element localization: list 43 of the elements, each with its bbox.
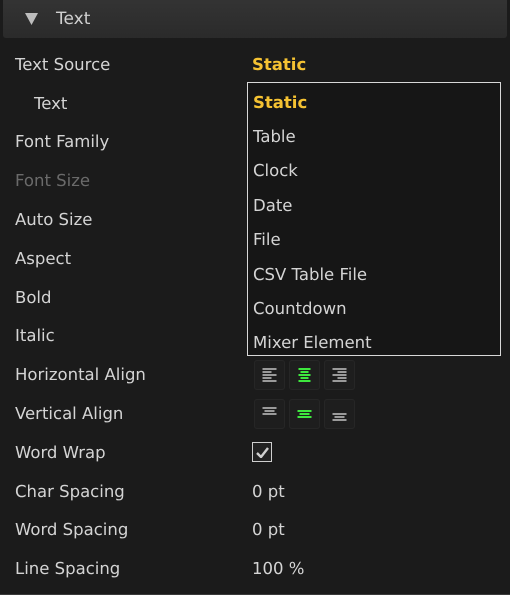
property-label: Char Spacing <box>14 482 126 501</box>
property-label: Auto Size <box>14 210 94 230</box>
property-label: Aspect <box>14 248 72 268</box>
property-label: Text <box>33 94 68 113</box>
collapse-triangle-icon <box>25 13 38 25</box>
checkbox[interactable] <box>252 442 272 462</box>
property-value[interactable]: 0 pt <box>252 520 285 540</box>
align-left-icon <box>262 367 277 382</box>
property-label: Word Wrap <box>14 442 107 462</box>
section-header[interactable]: Text <box>3 0 507 38</box>
dropdown-option[interactable]: Mixer Element <box>248 326 500 360</box>
dropdown-option[interactable]: Table <box>248 119 500 154</box>
align-top-icon <box>262 406 277 415</box>
checkmark-icon <box>256 446 268 458</box>
property-value[interactable]: 100 % <box>252 559 304 578</box>
align-button[interactable] <box>289 360 320 390</box>
property-label: Font Family <box>14 132 110 152</box>
align-button[interactable] <box>289 398 320 429</box>
align-button[interactable] <box>324 398 355 429</box>
property-label: Horizontal Align <box>14 365 147 384</box>
align-button[interactable] <box>254 398 285 429</box>
dropdown-value[interactable]: Static <box>252 54 306 74</box>
align-right-icon <box>332 367 347 382</box>
property-label: Line Spacing <box>14 559 122 578</box>
align-button[interactable] <box>254 360 285 390</box>
property-label: Vertical Align <box>14 404 124 424</box>
align-bottom-icon <box>332 412 347 421</box>
align-middle-icon <box>297 410 312 418</box>
dropdown-option[interactable]: CSV Table File <box>248 256 500 292</box>
align-button[interactable] <box>324 360 355 390</box>
dropdown-option[interactable]: Static <box>248 85 500 120</box>
property-label: Italic <box>14 326 56 346</box>
dropdown-option[interactable]: File <box>248 222 500 257</box>
property-label: Text Source <box>14 54 112 74</box>
dropdown-option[interactable]: Date <box>248 188 500 223</box>
property-label: Word Spacing <box>14 520 130 540</box>
property-value[interactable]: 0 pt <box>252 482 285 501</box>
dropdown-option[interactable]: Countdown <box>248 291 500 326</box>
section-title: Text <box>56 9 90 29</box>
property-label: Bold <box>14 288 52 307</box>
dropdown-option[interactable]: Clock <box>248 154 500 188</box>
property-label: Font Size <box>14 171 92 190</box>
align-center-icon <box>297 367 312 382</box>
